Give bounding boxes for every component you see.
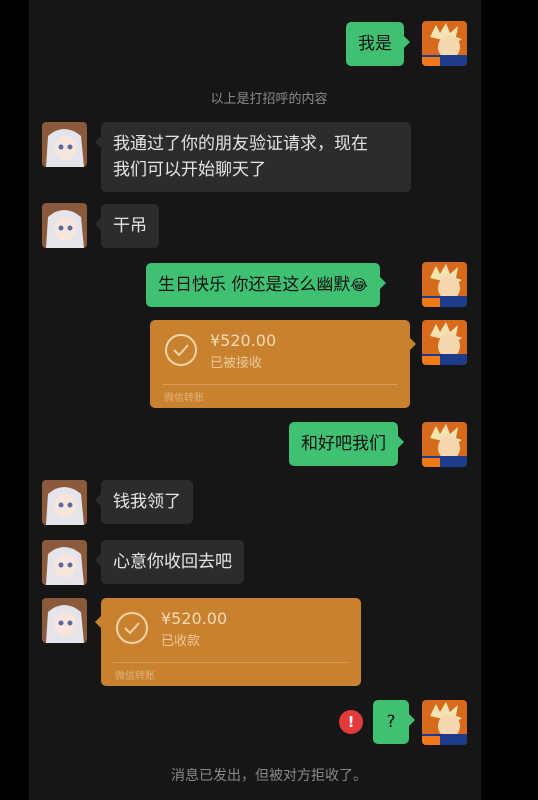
greeting-notice: 以上是打招呼的内容	[210, 92, 328, 107]
anime-boy-avatar-icon	[422, 700, 467, 745]
transfer-status: 已被接收	[210, 356, 263, 371]
my-avatar[interactable]	[422, 21, 467, 66]
transfer-footer: 微信转账	[115, 671, 155, 682]
transfer-amount: ¥520.00	[161, 609, 228, 628]
my-avatar[interactable]	[422, 320, 467, 365]
message-text: 心意你收回去吧	[113, 552, 232, 572]
anime-girl-avatar-icon	[42, 203, 87, 248]
card-divider	[113, 662, 349, 663]
message-text: 我们可以开始聊天了	[113, 160, 266, 180]
message-bubble-incoming[interactable]: 干吊	[95, 204, 159, 248]
transfer-amount: ¥520.00	[210, 331, 277, 350]
my-avatar[interactable]	[422, 700, 467, 745]
check-circle-icon	[165, 334, 197, 366]
my-avatar[interactable]	[422, 422, 467, 467]
message-text: 和好吧我们	[301, 434, 386, 454]
message-bubble-outgoing[interactable]: ?	[373, 700, 415, 744]
laugh-emoji-icon: 😂	[350, 276, 368, 294]
friend-avatar[interactable]	[42, 203, 87, 248]
anime-boy-avatar-icon	[422, 422, 467, 467]
anime-boy-avatar-icon	[422, 262, 467, 307]
message-text: ?	[386, 712, 396, 732]
check-circle-icon	[116, 612, 148, 644]
send-failed-icon[interactable]: !	[339, 710, 363, 734]
friend-avatar[interactable]	[42, 122, 87, 167]
friend-avatar[interactable]	[42, 540, 87, 585]
card-divider	[162, 384, 398, 385]
transfer-card-outgoing[interactable]: ¥520.00 已被接收 微信转账	[150, 320, 416, 408]
message-bubble-incoming[interactable]: 钱我领了	[95, 480, 193, 524]
message-text: 生日快乐 你还是这么幽默	[158, 275, 351, 295]
message-text: 干吊	[113, 216, 147, 236]
rejected-notice: 消息已发出，但被对方拒收了。	[171, 768, 367, 784]
transfer-card-incoming[interactable]: ¥520.00 已收款 微信转账	[95, 598, 361, 686]
anime-girl-avatar-icon	[42, 480, 87, 525]
anime-girl-avatar-icon	[42, 540, 87, 585]
message-text: 钱我领了	[113, 492, 181, 512]
transfer-footer: 微信转账	[164, 393, 204, 404]
message-bubble-outgoing[interactable]: 生日快乐 你还是这么幽默😂	[146, 263, 386, 307]
message-text: 我是	[358, 34, 392, 54]
anime-girl-avatar-icon	[42, 122, 87, 167]
my-avatar[interactable]	[422, 262, 467, 307]
message-bubble-incoming[interactable]: 我通过了你的朋友验证请求，现在 我们可以开始聊天了	[95, 122, 411, 192]
message-bubble-incoming[interactable]: 心意你收回去吧	[95, 540, 244, 584]
message-bubble-outgoing[interactable]: 和好吧我们	[289, 422, 404, 466]
friend-avatar[interactable]	[42, 598, 87, 643]
anime-boy-avatar-icon	[422, 21, 467, 66]
anime-boy-avatar-icon	[422, 320, 467, 365]
friend-avatar[interactable]	[42, 480, 87, 525]
transfer-status: 已收款	[161, 634, 201, 649]
message-text: 我通过了你的朋友验证请求，现在	[113, 134, 368, 154]
message-bubble-outgoing[interactable]: 我是	[346, 22, 410, 66]
anime-girl-avatar-icon	[42, 598, 87, 643]
